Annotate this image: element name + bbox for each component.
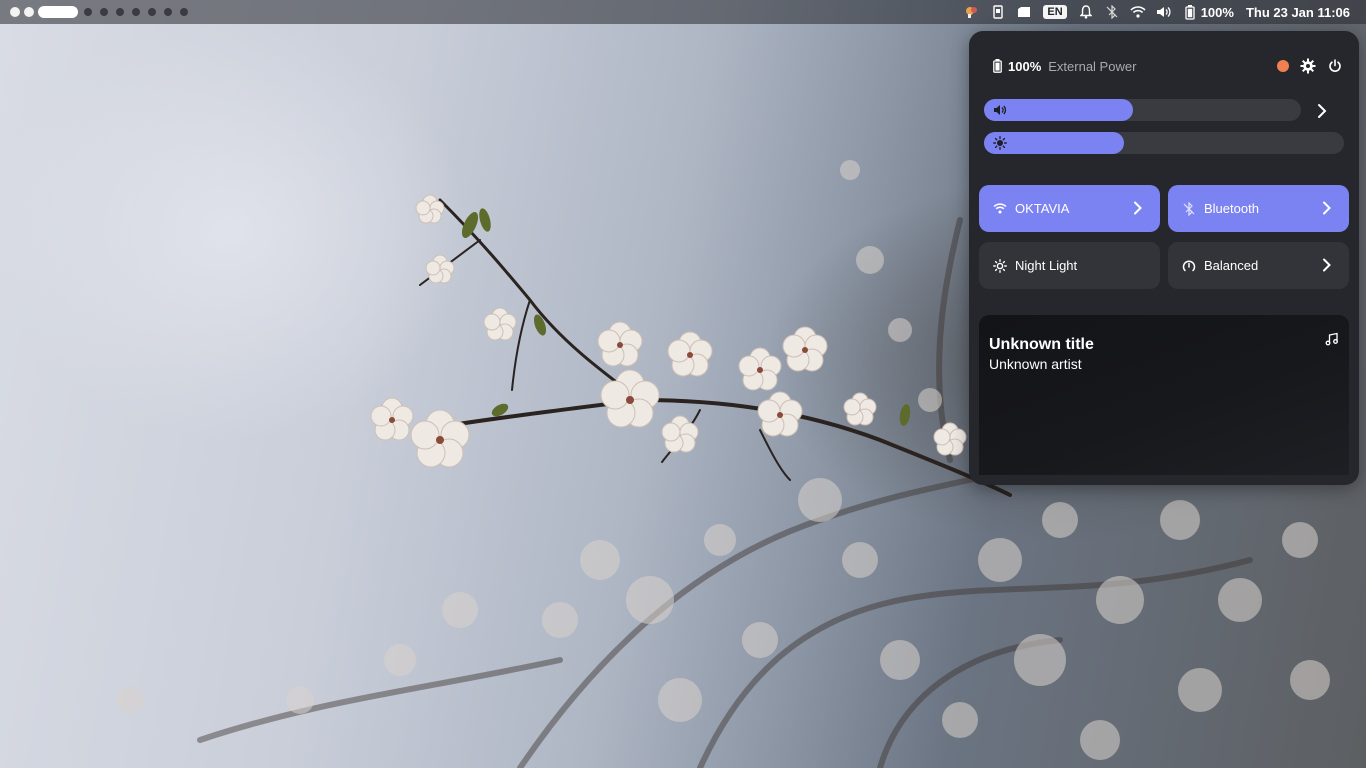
workspace-2[interactable] bbox=[24, 7, 34, 17]
notifications-bell-icon[interactable] bbox=[1076, 0, 1096, 24]
workspace-10[interactable] bbox=[180, 8, 188, 16]
night-light-toggle[interactable]: Night Light bbox=[979, 242, 1160, 289]
battery-level-label: 100% bbox=[1008, 58, 1042, 74]
night-light-sun-icon bbox=[993, 258, 1007, 273]
screen-recording-indicator[interactable] bbox=[1277, 60, 1289, 72]
workspace-3-active[interactable] bbox=[38, 6, 78, 18]
workspace-6[interactable] bbox=[116, 8, 124, 16]
bluetooth-disabled-icon bbox=[1182, 201, 1196, 216]
wifi-toggle[interactable]: OKTAVIA bbox=[979, 185, 1160, 232]
power-source-label: External Power bbox=[1048, 58, 1137, 74]
media-title: Unknown title bbox=[989, 336, 1094, 353]
workspace-8[interactable] bbox=[148, 8, 156, 16]
media-player-card[interactable]: Unknown title Unknown artist bbox=[979, 315, 1349, 475]
quick-settings-header: 100% External Power bbox=[993, 56, 1343, 76]
music-note-icon bbox=[1325, 332, 1338, 346]
wifi-icon bbox=[993, 202, 1007, 216]
quick-settings-panel: 100% External Power OKTAVIA Bluetooth Ni… bbox=[969, 31, 1359, 485]
power-mode-toggle[interactable]: Balanced bbox=[1168, 242, 1349, 289]
power-icon bbox=[1329, 59, 1341, 72]
bluetooth-label: Bluetooth bbox=[1204, 201, 1259, 216]
app-indicator-icon[interactable] bbox=[962, 0, 982, 24]
bluetooth-toggle[interactable]: Bluetooth bbox=[1168, 185, 1349, 232]
workspace-9[interactable] bbox=[164, 8, 172, 16]
night-light-label: Night Light bbox=[1015, 258, 1078, 273]
top-bar: EN 100% Thu 23 Jan 11:06 bbox=[0, 0, 1366, 24]
battery-icon bbox=[993, 59, 1002, 73]
sd-card-icon[interactable] bbox=[988, 0, 1008, 24]
bluetooth-disabled-icon[interactable] bbox=[1102, 0, 1122, 24]
audio-output-expand-button[interactable] bbox=[1313, 102, 1331, 120]
workspace-7[interactable] bbox=[132, 8, 140, 16]
volume-slider[interactable] bbox=[984, 99, 1301, 121]
brightness-slider[interactable] bbox=[984, 132, 1344, 154]
system-tray: EN 100% Thu 23 Jan 11:06 bbox=[959, 0, 1366, 24]
power-profile-gauge-icon bbox=[1182, 259, 1196, 273]
workspace-1[interactable] bbox=[10, 7, 20, 17]
workspace-5[interactable] bbox=[100, 8, 108, 16]
drive-icon[interactable] bbox=[1014, 0, 1034, 24]
gear-icon bbox=[1300, 58, 1316, 74]
wifi-expand-chevron-icon[interactable] bbox=[1130, 200, 1146, 216]
power-button[interactable] bbox=[1327, 58, 1343, 74]
bluetooth-expand-chevron-icon[interactable] bbox=[1319, 200, 1335, 216]
clock[interactable]: Thu 23 Jan 11:06 bbox=[1246, 5, 1350, 20]
media-artist: Unknown artist bbox=[989, 356, 1082, 372]
volume-icon[interactable] bbox=[1154, 0, 1174, 24]
power-mode-expand-chevron-icon[interactable] bbox=[1319, 257, 1335, 273]
wifi-network-label: OKTAVIA bbox=[1015, 201, 1070, 216]
battery-percentage[interactable]: 100% bbox=[1201, 5, 1234, 20]
workspace-4[interactable] bbox=[84, 8, 92, 16]
brightness-icon bbox=[993, 136, 1007, 150]
wifi-icon[interactable] bbox=[1128, 0, 1148, 24]
settings-button[interactable] bbox=[1300, 58, 1316, 74]
keyboard-layout-indicator[interactable]: EN bbox=[1043, 5, 1067, 19]
volume-icon bbox=[994, 105, 1007, 115]
battery-icon[interactable] bbox=[1180, 0, 1200, 24]
workspace-indicator[interactable] bbox=[10, 6, 190, 18]
power-mode-label: Balanced bbox=[1204, 258, 1259, 273]
